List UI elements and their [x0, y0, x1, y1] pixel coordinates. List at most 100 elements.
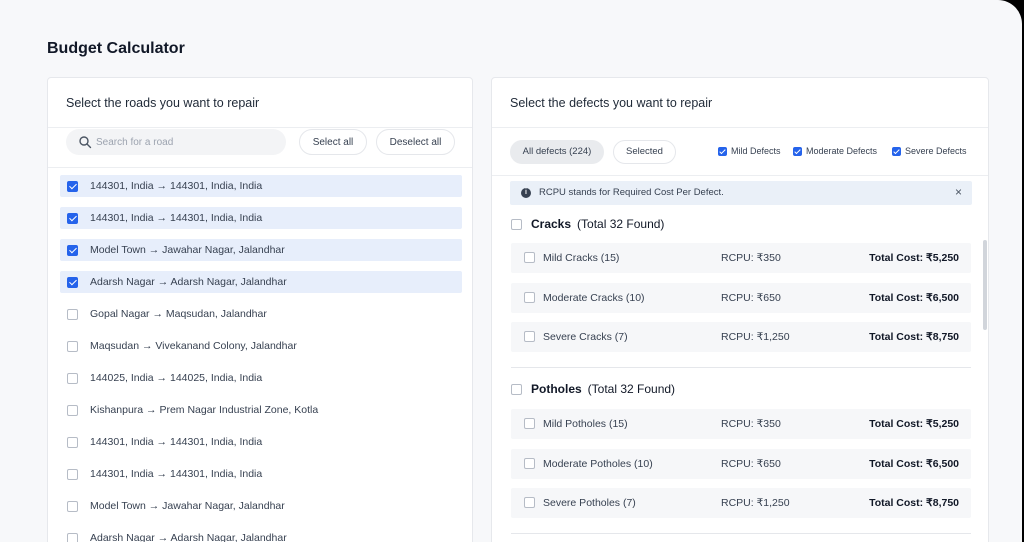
filter-label: Mild Defects: [731, 146, 781, 156]
road-checkbox[interactable]: [67, 212, 78, 224]
info-text: RCPU stands for Required Cost Per Defect…: [539, 187, 724, 198]
group-divider: [511, 533, 971, 534]
roads-toolbar: Select all Deselect all: [48, 128, 472, 168]
road-item[interactable]: Adarsh Nagar → Adarsh Nagar, Jalandhar: [60, 271, 462, 293]
road-label: Gopal Nagar → Maqsudan, Jalandhar: [90, 308, 267, 320]
road-item[interactable]: 144301, India → 144301, India, India: [60, 463, 462, 485]
filter-mild-defects[interactable]: Mild Defects: [718, 146, 781, 156]
defect-checkbox[interactable]: [524, 497, 535, 508]
group-total: (Total 32 Found): [587, 382, 676, 396]
road-label: 144301, India → 144301, India, India: [90, 468, 263, 480]
defect-checkbox[interactable]: [524, 292, 535, 303]
road-item[interactable]: Adarsh Nagar → Adarsh Nagar, Jalandhar: [60, 527, 462, 542]
app-window: Budget Calculator Select the roads you w…: [0, 0, 1022, 542]
roads-panel-heading: Select the roads you want to repair: [48, 78, 472, 128]
page-title: Budget Calculator: [47, 40, 185, 57]
road-checkbox[interactable]: [67, 276, 78, 288]
road-label: 144301, India → 144301, India, India: [90, 436, 263, 448]
defect-name: Severe Potholes (7): [543, 497, 636, 509]
defect-name: Moderate Potholes (10): [543, 458, 653, 470]
info-banner: i RCPU stands for Required Cost Per Defe…: [510, 181, 972, 205]
defect-checkbox[interactable]: [524, 458, 535, 469]
tab-selected[interactable]: Selected: [613, 140, 676, 164]
road-item[interactable]: 144301, India → 144301, India, India: [60, 431, 462, 453]
group-checkbox[interactable]: [511, 218, 522, 230]
road-search[interactable]: [66, 129, 286, 155]
search-icon: [79, 136, 92, 149]
filter-checkbox[interactable]: [718, 146, 727, 156]
defect-row[interactable]: Moderate Cracks (10) RCPU: ₹650 Total Co…: [511, 283, 971, 313]
road-label: 144301, India → 144301, India, India: [90, 180, 263, 192]
defect-row[interactable]: Mild Cracks (15) RCPU: ₹350 Total Cost: …: [511, 243, 971, 273]
defect-checkbox[interactable]: [524, 331, 535, 342]
group-name: Cracks: [531, 217, 572, 231]
group-header-cracks[interactable]: Cracks (Total 32 Found): [511, 217, 664, 231]
road-label: 144025, India → 144025, India, India: [90, 372, 263, 384]
road-item[interactable]: Model Town → Jawahar Nagar, Jalandhar: [60, 239, 462, 261]
defect-row[interactable]: Severe Cracks (7) RCPU: ₹1,250 Total Cos…: [511, 322, 971, 352]
road-label: Maqsudan → Vivekanand Colony, Jalandhar: [90, 340, 297, 352]
defect-total-cost: Total Cost: ₹8,750: [869, 331, 959, 343]
road-item[interactable]: 144301, India → 144301, India, India: [60, 175, 462, 197]
road-item[interactable]: Model Town → Jawahar Nagar, Jalandhar: [60, 495, 462, 517]
road-checkbox[interactable]: [67, 244, 78, 256]
deselect-all-button[interactable]: Deselect all: [376, 129, 455, 155]
defect-rcpu: RCPU: ₹650: [721, 292, 781, 304]
select-all-button[interactable]: Select all: [299, 129, 367, 155]
defect-rcpu: RCPU: ₹1,250: [721, 331, 790, 343]
road-item[interactable]: Gopal Nagar → Maqsudan, Jalandhar: [60, 303, 462, 325]
road-checkbox[interactable]: [67, 308, 78, 320]
defect-total-cost: Total Cost: ₹8,750: [869, 497, 959, 509]
filter-label: Moderate Defects: [806, 146, 878, 156]
defect-name: Moderate Cracks (10): [543, 292, 645, 304]
road-checkbox[interactable]: [67, 468, 78, 480]
road-label: Model Town → Jawahar Nagar, Jalandhar: [90, 500, 285, 512]
group-total: (Total 32 Found): [577, 217, 665, 231]
group-divider: [511, 367, 971, 368]
filter-checkbox[interactable]: [793, 146, 802, 156]
defect-rcpu: RCPU: ₹650: [721, 458, 781, 470]
filter-checkbox[interactable]: [892, 146, 901, 156]
road-label: Adarsh Nagar → Adarsh Nagar, Jalandhar: [90, 276, 287, 288]
defect-row[interactable]: Severe Potholes (7) RCPU: ₹1,250 Total C…: [511, 488, 971, 518]
defects-panel-heading: Select the defects you want to repair: [492, 78, 988, 128]
road-label: 144301, India → 144301, India, India: [90, 212, 263, 224]
defects-scrollbar[interactable]: [983, 240, 987, 330]
road-checkbox[interactable]: [67, 532, 78, 542]
road-item[interactable]: Kishanpura → Prem Nagar Industrial Zone,…: [60, 399, 462, 421]
road-checkbox[interactable]: [67, 404, 78, 416]
road-checkbox[interactable]: [67, 372, 78, 384]
defect-total-cost: Total Cost: ₹5,250: [869, 418, 959, 430]
search-input[interactable]: [96, 129, 276, 155]
defects-toolbar: All defects (224) Selected Mild Defects …: [492, 128, 988, 176]
road-checkbox[interactable]: [67, 340, 78, 352]
road-label: Adarsh Nagar → Adarsh Nagar, Jalandhar: [90, 532, 287, 542]
group-name: Potholes: [531, 382, 582, 396]
tab-all-defects[interactable]: All defects (224): [510, 140, 604, 164]
defect-name: Severe Cracks (7): [543, 331, 628, 343]
road-item[interactable]: Maqsudan → Vivekanand Colony, Jalandhar: [60, 335, 462, 357]
road-list: 144301, India → 144301, India, India 144…: [60, 175, 462, 542]
group-checkbox[interactable]: [511, 383, 522, 395]
defect-row[interactable]: Moderate Potholes (10) RCPU: ₹650 Total …: [511, 449, 971, 479]
defect-rcpu: RCPU: ₹350: [721, 252, 781, 264]
defect-rcpu: RCPU: ₹350: [721, 418, 781, 430]
filter-severe-defects[interactable]: Severe Defects: [892, 146, 967, 156]
close-icon[interactable]: ×: [955, 185, 962, 199]
defect-checkbox[interactable]: [524, 252, 535, 263]
group-header-potholes[interactable]: Potholes (Total 32 Found): [511, 382, 675, 396]
defect-rcpu: RCPU: ₹1,250: [721, 497, 790, 509]
filter-label: Severe Defects: [905, 146, 967, 156]
filter-moderate-defects[interactable]: Moderate Defects: [793, 146, 877, 156]
road-checkbox[interactable]: [67, 500, 78, 512]
defect-name: Mild Cracks (15): [543, 252, 620, 264]
road-checkbox[interactable]: [67, 180, 78, 192]
defect-checkbox[interactable]: [524, 418, 535, 429]
road-item[interactable]: 144301, India → 144301, India, India: [60, 207, 462, 229]
defects-panel: Select the defects you want to repair Al…: [491, 77, 989, 542]
road-checkbox[interactable]: [67, 436, 78, 448]
defect-row[interactable]: Mild Potholes (15) RCPU: ₹350 Total Cost…: [511, 409, 971, 439]
defect-total-cost: Total Cost: ₹5,250: [869, 252, 959, 264]
defect-total-cost: Total Cost: ₹6,500: [869, 458, 959, 470]
road-item[interactable]: 144025, India → 144025, India, India: [60, 367, 462, 389]
